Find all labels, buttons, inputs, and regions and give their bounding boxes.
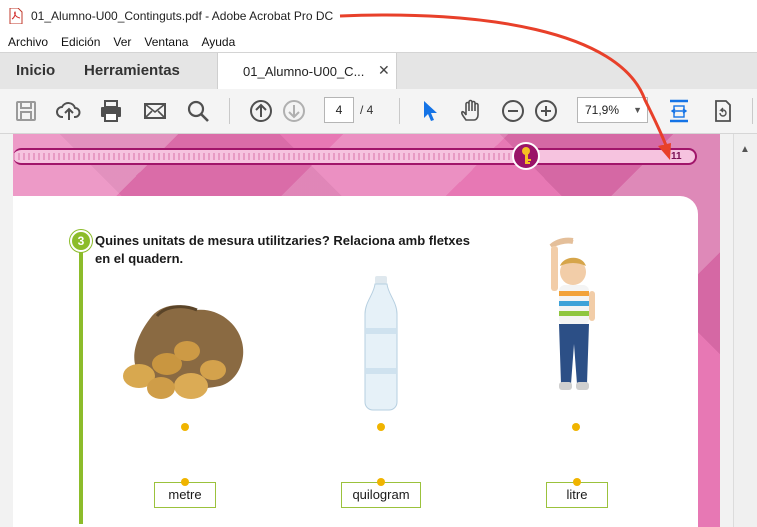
connector-dot: [181, 423, 189, 431]
chevron-down-icon: ▼: [633, 105, 642, 115]
child-height-image: [541, 236, 611, 411]
tab-document[interactable]: 01_Alumno-U00_C... ✕: [217, 53, 397, 90]
label-quilogram: quilogram: [352, 487, 410, 502]
menu-bar: Archivo Edición Ver Ventana Ayuda: [0, 32, 757, 52]
zoom-select[interactable]: 71,9% ▼: [577, 97, 648, 123]
save-icon[interactable]: [13, 98, 39, 124]
title-bar: 01_Alumno-U00_Continguts.pdf - Adobe Acr…: [0, 0, 757, 32]
toolbar-separator: [752, 98, 753, 124]
window-title: 01_Alumno-U00_Continguts.pdf - Adobe Acr…: [31, 9, 334, 23]
question-number-badge: 3: [70, 230, 92, 252]
document-viewport[interactable]: 11 3 Quines unitats de mesura utilitzari…: [0, 134, 733, 527]
connector-dot: [181, 478, 189, 486]
menu-ver[interactable]: Ver: [113, 35, 131, 49]
question-text: Quines unitats de mesura utilitzaries? R…: [95, 233, 470, 266]
toolbar-separator: [399, 98, 400, 124]
tab-document-label: 01_Alumno-U00_C...: [243, 64, 365, 79]
zoom-in-icon[interactable]: [533, 98, 559, 124]
exercise-card: 3 Quines unitats de mesura utilitzaries?…: [13, 196, 698, 527]
tab-bar: Inicio Herramientas 01_Alumno-U00_C... ✕: [0, 52, 757, 90]
rotate-page-icon[interactable]: [710, 98, 736, 124]
label-box-quilogram: quilogram: [341, 478, 421, 508]
scroll-up-icon[interactable]: ▲: [740, 144, 750, 155]
progress-stripe: [13, 153, 513, 160]
search-icon[interactable]: [185, 98, 211, 124]
email-icon[interactable]: [142, 98, 168, 124]
label-metre: metre: [168, 487, 202, 502]
zoom-out-icon[interactable]: [500, 98, 526, 124]
menu-ayuda[interactable]: Ayuda: [201, 35, 235, 49]
vertical-scrollbar[interactable]: ▲: [733, 134, 757, 527]
potato-sack-image: [117, 296, 247, 406]
fit-width-icon[interactable]: [666, 98, 692, 124]
menu-archivo[interactable]: Archivo: [8, 35, 48, 49]
connector-dot: [377, 478, 385, 486]
tab-home[interactable]: Inicio: [16, 62, 55, 79]
toolbar-separator: [229, 98, 230, 124]
zoom-value: 71,9%: [585, 103, 620, 117]
label-litre: litre: [566, 487, 588, 502]
unit-progress-bar: [13, 148, 697, 165]
pdf-file-icon: [9, 7, 23, 25]
connector-dot: [377, 423, 385, 431]
next-page-icon[interactable]: [281, 98, 307, 124]
tab-tools[interactable]: Herramientas: [84, 62, 180, 79]
cloud-upload-icon[interactable]: [56, 98, 82, 124]
page-number-input[interactable]: 4: [324, 97, 354, 123]
menu-edicion[interactable]: Edición: [61, 35, 100, 49]
select-cursor-icon[interactable]: [416, 98, 442, 124]
page-number-label: 11: [671, 151, 682, 162]
menu-ventana[interactable]: Ventana: [144, 35, 188, 49]
exercise-line: [79, 234, 83, 524]
previous-page-icon[interactable]: [248, 98, 274, 124]
connector-dot: [572, 423, 580, 431]
label-box-metre: metre: [154, 478, 216, 508]
connector-dot: [573, 478, 581, 486]
close-tab-icon[interactable]: ✕: [378, 62, 390, 79]
print-icon[interactable]: [98, 98, 124, 124]
hand-tool-icon[interactable]: [458, 98, 484, 124]
water-bottle-image: [361, 276, 401, 411]
page-total: / 4: [360, 103, 374, 117]
key-badge-icon: [512, 142, 540, 170]
label-box-litre: litre: [546, 478, 608, 508]
pdf-page: 11 3 Quines unitats de mesura utilitzari…: [13, 134, 720, 527]
